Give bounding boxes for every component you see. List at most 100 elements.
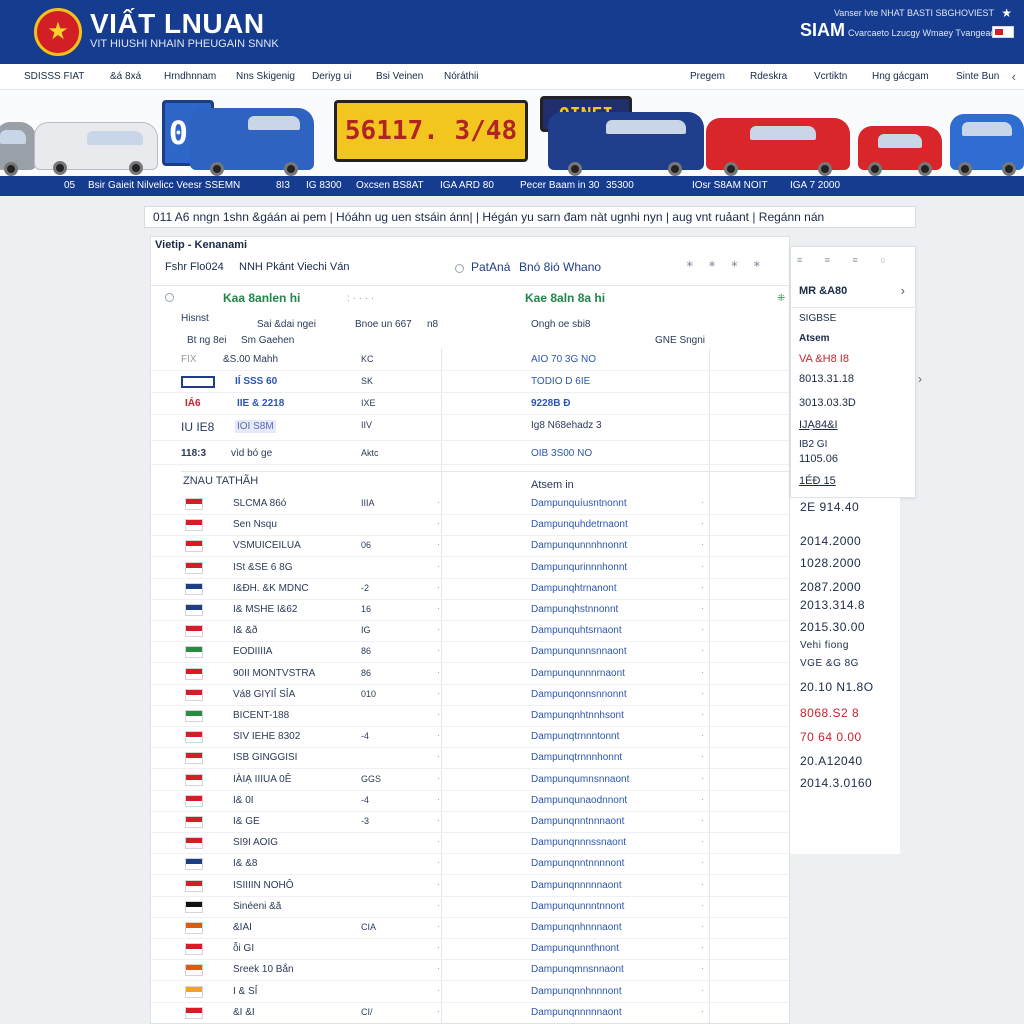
table-row[interactable]: ISt &SE 6 8G · Dampunqurinnnhonnt · (151, 557, 789, 579)
nav-item[interactable]: &á 8xá (110, 71, 141, 82)
divider (791, 307, 917, 308)
table-row[interactable]: Sinéeni &ă · Dampunqunnntnnont · (151, 896, 789, 918)
tab-patana[interactable]: PatAná (471, 260, 510, 274)
ticker-item[interactable]: 8I3 (276, 180, 290, 191)
ticker-item[interactable]: 05 (64, 180, 75, 191)
date-list: 2E 914.40 2014.2000 1028.2000 2087.2000 2013… (790, 498, 900, 854)
tab-bno-whano[interactable]: Bnó 8ió Whano (519, 260, 601, 274)
date-list-item: 8068.S2 8 (800, 706, 860, 720)
detail-label: Atsem (799, 333, 830, 344)
table-row[interactable]: ISB GINGGISI · Dampunqtrnnnhonnt · (151, 747, 789, 770)
select-radio[interactable] (165, 293, 174, 302)
row-plate: Dampunqnhtnnhsont (531, 710, 624, 721)
detail-value: IJẠ84&I (799, 419, 838, 431)
table-row[interactable]: 90II MONTVSTRA 86 · Dampunqunnnrnaont · (151, 663, 789, 685)
date-list-item: 2015.30.00 (800, 620, 866, 634)
nav-item[interactable]: Sinte Bun (956, 71, 999, 82)
row-name: IÍ SSS 60 (235, 376, 278, 387)
country-flag-icon (185, 964, 203, 977)
national-emblem-icon[interactable]: ★ (34, 8, 82, 56)
breadcrumb[interactable]: Vietip - Kenanami (155, 239, 247, 251)
row-code: 16 (361, 604, 372, 614)
ticker-item[interactable]: 35300 (606, 180, 634, 191)
nav-item[interactable]: Nóráthii (444, 71, 478, 82)
chevron-right-icon[interactable]: › (901, 283, 905, 298)
van-image (0, 122, 36, 176)
row-code: 86 (361, 667, 372, 678)
hero-banner: 01 56117. 3/48 OINFI (0, 90, 1024, 176)
ticker-item[interactable]: IOsr S8AM NOIT (692, 180, 768, 191)
table-row[interactable]: VSMUICEILUA 06 · Dampunqunnnhnonnt · (151, 535, 789, 558)
row-plate: OIB 3S00 NO (531, 448, 593, 459)
nav-item[interactable]: Hng gácgam (872, 71, 929, 82)
table-row[interactable]: ỗi GI · Dampunqunnthnont · (151, 938, 789, 961)
table-row[interactable]: I& 0I -4 · Dampunqunaodnnont · (151, 790, 789, 812)
country-flag-icon (185, 540, 203, 553)
plate-lookup-panel: Vietip - Kenanami Fshr Flo024 NNH Pkánt … (150, 236, 790, 1024)
table-row[interactable]: BICENT-188 · Dampunqnhtnnhsont · (151, 705, 789, 727)
row-separator: · (701, 836, 704, 847)
site-title[interactable]: VIẤT LNUAN (90, 8, 265, 40)
country-flag-icon (185, 1006, 203, 1019)
ticker-item[interactable]: IGA 7 2000 (790, 180, 840, 191)
table-row[interactable]: I& GE -3 · Dampunqnntnnnaont · (151, 811, 789, 833)
nav-item[interactable]: Hrndhnnam (164, 71, 216, 82)
row-separator: · (701, 793, 704, 804)
ticker-item[interactable]: IG 8300 (306, 180, 342, 191)
nav-more-icon[interactable]: ‹ (1012, 69, 1016, 84)
notice-bar[interactable]: 011 A6 nngn 1shn &gáán ai pem | Hóáhn ug… (144, 206, 916, 228)
table-row[interactable]: SIV IEHE 8302 -4 · Dampunqtrnnntonnt · (151, 726, 789, 749)
row-separator: · (701, 857, 704, 868)
date-list-item: 70 64 0.00 (800, 730, 862, 744)
table-row[interactable]: FIX &S.00 Mahh KC AIO 70 3G NO (151, 349, 789, 371)
nav-item[interactable]: Nns Skigenig (236, 71, 295, 82)
table-row[interactable]: Vá8 GIYIỈ SỈA 010 · Dampunqonnsnnonnt · (151, 684, 789, 706)
row-plate: Dampunqunaodnnont (531, 794, 628, 806)
table-row[interactable]: IU IE8 IOI S8M IIV Ig8 N68ehadz 3 (151, 415, 789, 441)
table-row[interactable]: 118:3 vìd bó ge Aktc OIB 3S00 NO (151, 443, 789, 465)
nav-item[interactable]: Bsi Veinen (376, 71, 423, 82)
table-row[interactable]: &I &I CI/ · Dampunqnnnnnaont · (151, 1002, 789, 1023)
ticker-item[interactable]: Pecer Baam in 30 (520, 180, 600, 191)
table-row[interactable]: &IAI CIA · Dampunqnhnnnaont · (151, 917, 789, 939)
table-row[interactable]: IÍ SSS 60 SK TODIO D 6IE (151, 371, 789, 393)
table-row[interactable]: IÁ6 IIE & 2218 IXE 9228B Đ (151, 393, 789, 415)
nav-item[interactable]: Rdeskra (750, 71, 787, 82)
table-row[interactable]: EODIIIIA 86 · Dampunqunnsnnaont · (151, 641, 789, 664)
table-row[interactable]: I& MSHE I&62 16 · Dampunqhstnnonnt · (151, 599, 789, 621)
filter-radio[interactable] (455, 264, 464, 273)
nav-item[interactable]: Deriyg ui (312, 71, 351, 82)
row-name: ISt &SE 6 8G (233, 561, 293, 573)
table-row[interactable]: Sreek 10 Bắn · Dampunqmnsnnaont · (151, 959, 789, 982)
side-tools[interactable]: ≡ ≡ ≡ ○ (797, 255, 896, 265)
table-row[interactable]: IÀIẠ IIIUA 0Ê GGS · Dampunqumnsnnaont · (151, 769, 789, 791)
nav-item-home[interactable]: SDISSS FIAT (24, 71, 84, 82)
detail-side-panel: ≡ ≡ ≡ ○ MR &A80 › SIGBSE Atsem VA &H8 I8… (790, 246, 917, 498)
expand-icon[interactable]: ⁜ (777, 293, 785, 304)
ticker-item[interactable]: IGA ARD 80 (440, 180, 494, 191)
next-page-icon[interactable]: › (918, 372, 922, 386)
table-row[interactable]: I& &ð IG · Dampunquhtsrnaont · (151, 620, 789, 643)
row-separator: · (437, 878, 440, 889)
row-code: GGS (361, 773, 382, 784)
row-name: ISB GINGGISI (233, 752, 298, 764)
row-separator: · (701, 921, 704, 931)
table-row[interactable]: I & SỈ · Dampunqnnhnnnont · (151, 981, 789, 1003)
country-flag-icon (185, 922, 203, 934)
nav-item[interactable]: Pregem (690, 71, 725, 82)
ticker-item[interactable]: Oxcsen BS8AT (356, 180, 424, 191)
table-row[interactable]: Sen Nsqu · Dampunquhdetrnaont · (151, 514, 789, 537)
row-name: I&ĐH. &K MDNC (233, 582, 309, 594)
row-separator: · (701, 772, 704, 783)
table-row[interactable]: I&ĐH. &K MDNC -2 · Dampunqhtrnanont · (151, 578, 789, 600)
nav-item[interactable]: Vcrtiktn (814, 71, 847, 82)
table-row[interactable]: SLCMA 86ó IIIA · Dampunquíusntnonnt · (151, 493, 789, 515)
table-row[interactable]: I& &8 · Dampunqnntnnnnont · (151, 853, 789, 876)
panel-tools[interactable]: ∗∗∗∗ (685, 259, 775, 270)
table-row[interactable]: ISIIIIN NOHÔ · Dampunqnnnnnaont · (151, 875, 789, 897)
row-plate: Dampunqtrnnntonnt (531, 731, 620, 743)
ticker-item[interactable]: Bsir Gaieit Nilvelicc Veesr SSEMN (88, 180, 240, 191)
table-row[interactable]: SI9I AOIG · Dampunqnnnssnaont · (151, 832, 789, 855)
language-flag-icon[interactable] (992, 26, 1014, 38)
red-sedan-image (706, 118, 850, 176)
